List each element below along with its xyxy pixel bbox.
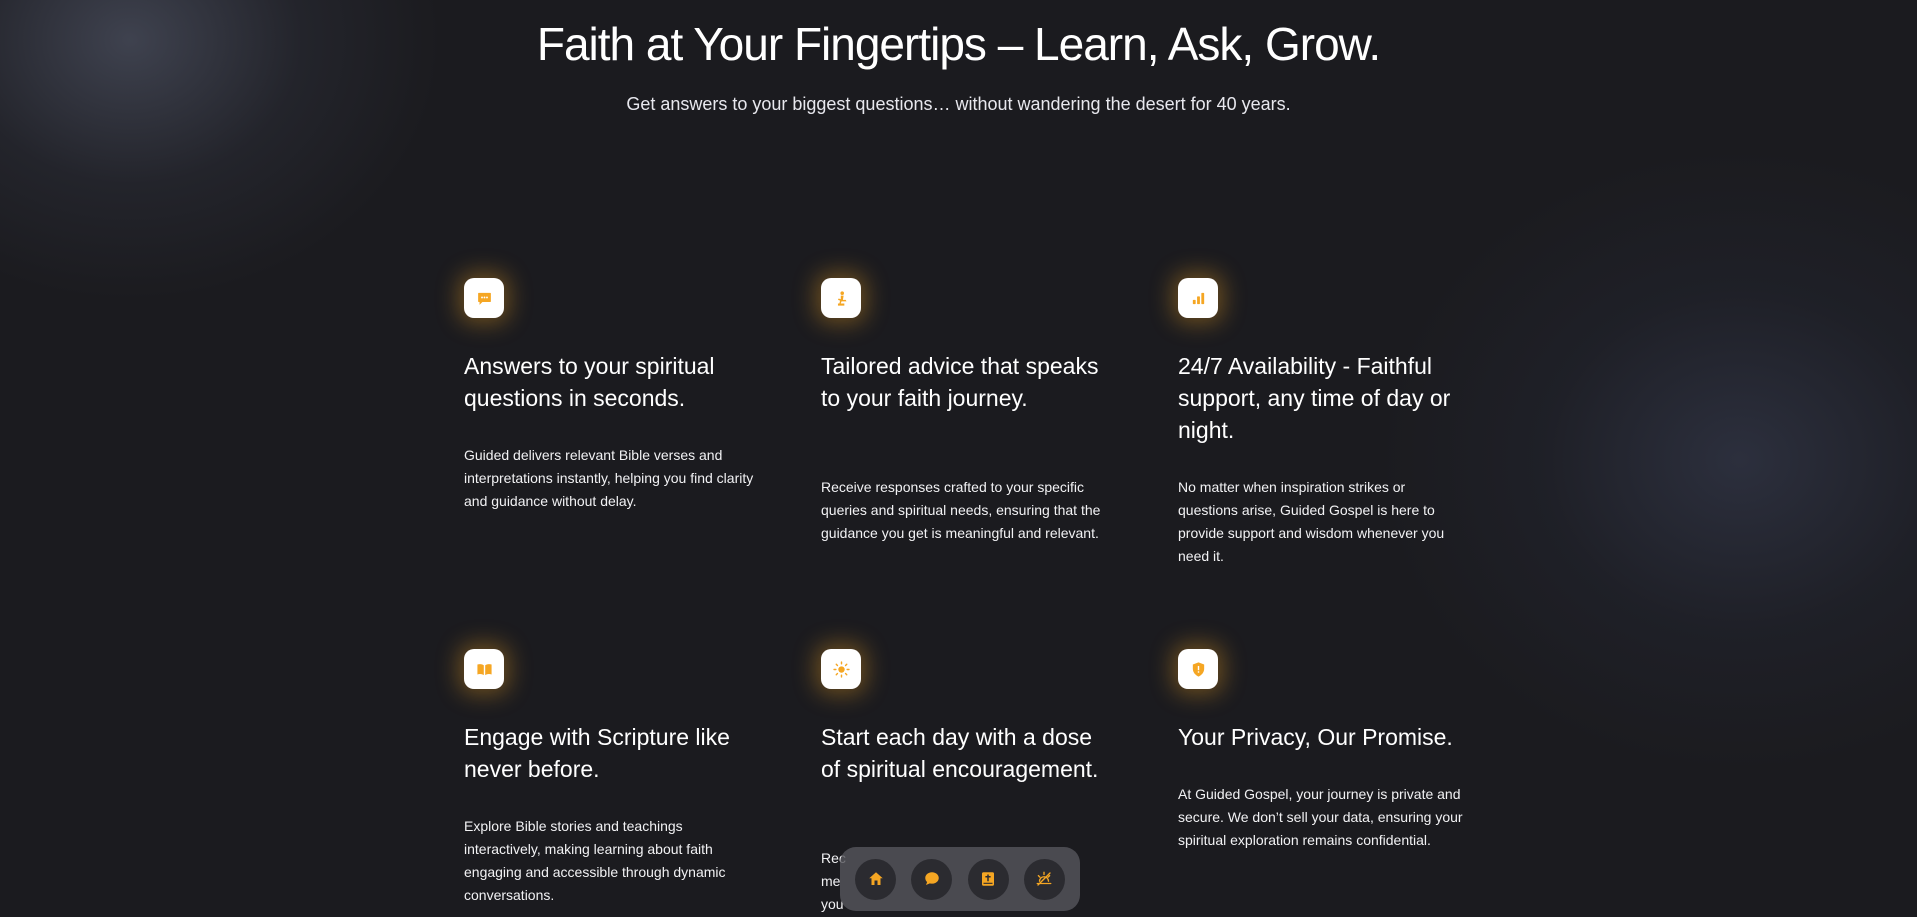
shield-icon	[1178, 649, 1218, 689]
bible-button[interactable]	[967, 858, 1009, 900]
open-book-icon	[464, 649, 504, 689]
feature-title: Your Privacy, Our Promise.	[1178, 724, 1453, 750]
feature-description: Explore Bible stories and teachings inte…	[464, 818, 726, 903]
feature-title: 24/7 Availability - Faithful support, an…	[1178, 353, 1451, 443]
chat-bubble-icon	[925, 872, 939, 885]
page-subtitle: Get answers to your biggest questions… w…	[626, 94, 1291, 114]
feature-title: Tailored advice that speaks to your fait…	[821, 353, 1099, 411]
bible-icon	[982, 872, 995, 886]
bottom-dock-nav	[840, 847, 1080, 911]
sun-icon	[821, 649, 861, 689]
background-glow-right	[1380, 150, 1917, 770]
feature-description: Guided delivers relevant Bible verses an…	[464, 447, 754, 509]
signal-bars-icon	[1178, 278, 1218, 318]
feature-title: Start each day with a dose of spiritual …	[821, 724, 1099, 782]
sunrise-icon	[1036, 871, 1052, 886]
feature-description: Receive responses crafted to your specif…	[821, 479, 1101, 541]
devotional-button[interactable]	[1023, 858, 1065, 900]
landing-page: Faith at Your Fingertips – Learn, Ask, G…	[0, 0, 1917, 917]
chat-icon	[464, 278, 504, 318]
praying-person-icon	[821, 278, 861, 318]
chat-button[interactable]	[911, 858, 953, 900]
feature-description: At Guided Gospel, your journey is privat…	[1178, 786, 1463, 848]
home-icon	[868, 872, 883, 885]
feature-description: No matter when inspiration strikes or qu…	[1178, 479, 1445, 564]
feature-title: Answers to your spiritual questions in s…	[464, 353, 715, 411]
home-button[interactable]	[855, 858, 897, 900]
feature-title: Engage with Scripture like never before.	[464, 724, 730, 782]
page-title: Faith at Your Fingertips – Learn, Ask, G…	[536, 18, 1381, 70]
